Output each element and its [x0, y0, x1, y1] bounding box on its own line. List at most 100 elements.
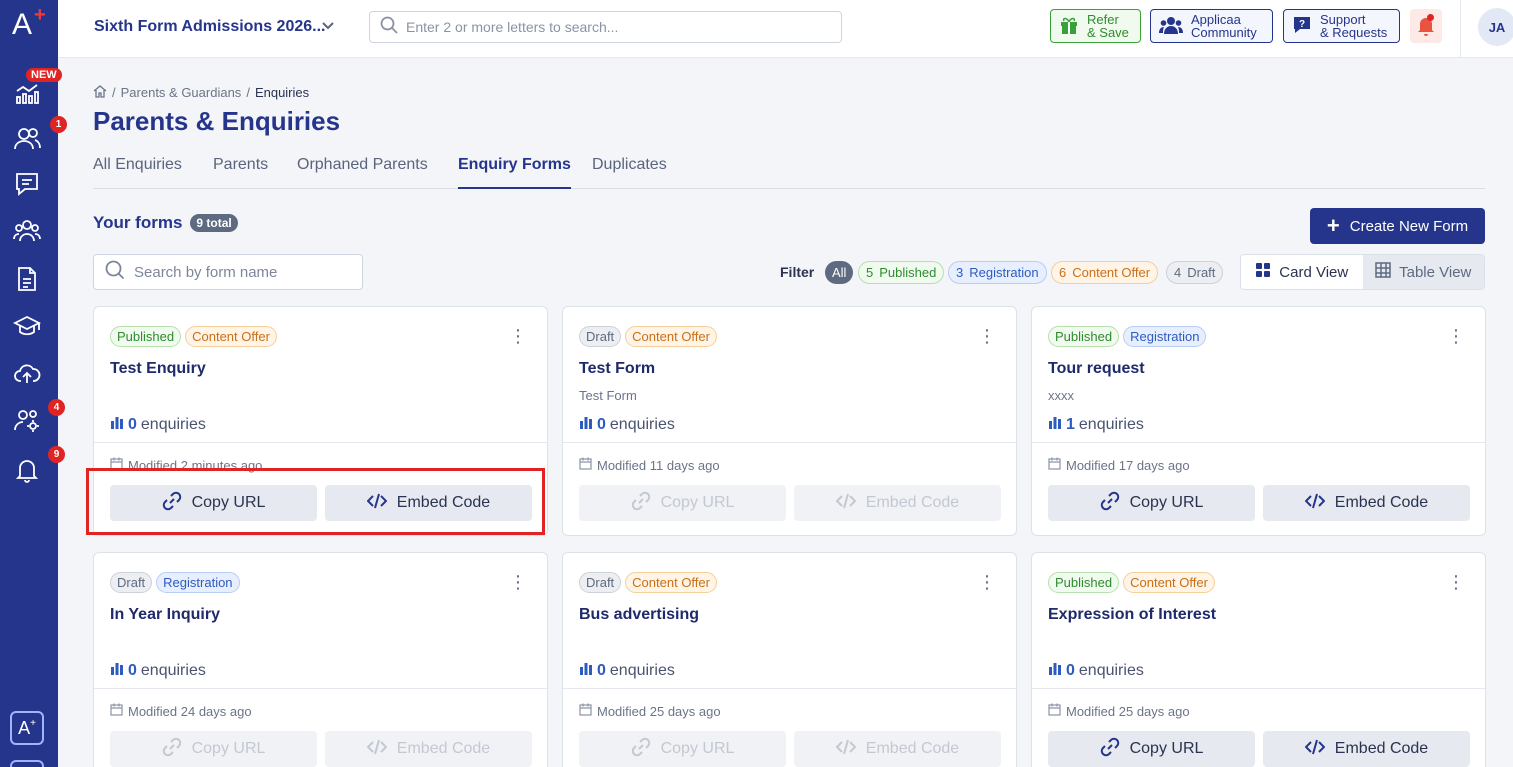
embed-code-button[interactable]: Embed Code — [1263, 485, 1470, 521]
card-tags: Published Content Offer — [110, 326, 277, 347]
settings-badge: 4 — [48, 399, 65, 416]
community-button[interactable]: Applicaa Community — [1150, 9, 1273, 43]
form-card[interactable]: Draft Content Offer ⋮ Test Form Test Form 0 en… — [562, 306, 1017, 536]
tab-all-enquiries[interactable]: All Enquiries — [93, 156, 182, 188]
messages-icon[interactable] — [10, 167, 44, 201]
card-tags: Draft Content Offer — [579, 572, 717, 593]
breadcrumb-parent[interactable]: Parents & Guardians — [121, 85, 242, 100]
embed-code-button[interactable]: Embed Code — [1263, 731, 1470, 767]
copy-url-button[interactable]: Copy URL — [110, 485, 317, 521]
breadcrumb: / Parents & Guardians / Enquiries — [93, 84, 309, 101]
embed-code-button[interactable]: Embed Code — [325, 485, 532, 521]
modified-date: Modified 11 days ago — [579, 457, 720, 473]
filter-draft[interactable]: 4 Draft — [1166, 261, 1224, 284]
modified-date: Modified 25 days ago — [1048, 703, 1190, 719]
gift-icon — [1059, 15, 1079, 37]
create-new-form-button[interactable]: + Create New Form — [1310, 208, 1485, 244]
forms-header: Your forms 9 total — [93, 213, 238, 233]
bar-chart-icon — [110, 415, 124, 434]
search-icon — [105, 260, 125, 285]
tab-enquiry-forms[interactable]: Enquiry Forms — [458, 156, 571, 189]
status-badge: Registration — [156, 572, 240, 593]
copy-url-button[interactable]: Copy URL — [579, 485, 786, 521]
filter-registration[interactable]: 3 Registration — [948, 261, 1047, 284]
copy-url-button[interactable]: Copy URL — [1048, 485, 1255, 521]
copy-url-button[interactable]: Copy URL — [579, 731, 786, 767]
people-icon[interactable] — [10, 121, 44, 155]
tab-parents[interactable]: Parents — [213, 156, 268, 188]
bar-chart-icon — [579, 661, 593, 680]
filter-content-offer[interactable]: 6 Content Offer — [1051, 261, 1159, 284]
card-divider — [94, 688, 547, 689]
form-name[interactable]: In Year Inquiry — [110, 606, 220, 624]
form-name[interactable]: Test Form — [579, 360, 655, 378]
avatar[interactable]: JA — [1478, 8, 1513, 46]
form-card[interactable]: Draft Content Offer ⋮ Bus advertising 0 enqui… — [562, 552, 1017, 767]
more-options-icon[interactable]: ⋮ — [978, 573, 996, 591]
modified-date: Modified 2 minutes ago — [110, 457, 262, 473]
global-search-input[interactable] — [406, 19, 826, 35]
groups-icon[interactable] — [10, 214, 44, 248]
copy-url-button[interactable]: Copy URL — [110, 731, 317, 767]
copy-url-button[interactable]: Copy URL — [1048, 731, 1255, 767]
community-icon — [1159, 15, 1183, 37]
filter-all[interactable]: All — [825, 261, 854, 284]
embed-code-button[interactable]: Embed Code — [794, 485, 1001, 521]
graduation-icon[interactable] — [10, 309, 44, 343]
filter-published[interactable]: 5 Published — [858, 261, 945, 284]
status-badge: Draft — [110, 572, 153, 593]
form-search[interactable] — [93, 254, 363, 290]
support-requests-button[interactable]: ? Support & Requests — [1283, 9, 1400, 43]
embed-code-button[interactable]: Embed Code — [325, 731, 532, 767]
tab-bar: All Enquiries Parents Orphaned Parents E… — [93, 156, 1485, 189]
home-icon[interactable] — [93, 84, 107, 101]
form-name[interactable]: Bus advertising — [579, 606, 699, 624]
bell-icon[interactable] — [10, 453, 44, 487]
applicaa-app-icon[interactable]: A + — [10, 711, 44, 745]
link-icon — [1100, 737, 1120, 762]
more-options-icon[interactable]: ⋮ — [1447, 573, 1465, 591]
document-icon[interactable] — [10, 262, 44, 296]
enquiry-count: 1 enquiries — [1048, 415, 1144, 434]
form-name[interactable]: Expression of Interest — [1048, 606, 1216, 624]
settings-users-icon[interactable] — [10, 403, 44, 437]
bar-chart-icon — [1048, 415, 1062, 434]
more-options-icon[interactable]: ⋮ — [509, 327, 527, 345]
form-search-input[interactable] — [134, 263, 354, 281]
upload-icon[interactable] — [10, 356, 44, 390]
embed-code-button[interactable]: Embed Code — [794, 731, 1001, 767]
app-logo[interactable]: A + — [12, 4, 46, 44]
card-divider — [563, 442, 1016, 443]
form-name[interactable]: Tour request — [1048, 360, 1145, 378]
form-description: xxxx — [1048, 388, 1074, 403]
notification-bell-icon[interactable] — [1410, 9, 1442, 43]
secondary-app-icon[interactable] — [10, 760, 44, 767]
card-divider — [563, 688, 1016, 689]
link-icon — [631, 491, 651, 516]
tab-orphaned-parents[interactable]: Orphaned Parents — [297, 156, 428, 188]
calendar-icon — [1048, 457, 1061, 473]
global-search[interactable] — [369, 11, 842, 43]
form-card[interactable]: Published Content Offer ⋮ Expression of Int… — [1031, 552, 1486, 767]
bar-chart-icon — [1048, 661, 1062, 680]
topbar-divider — [1460, 0, 1461, 58]
top-bar: Sixth Form Admissions 2026... Refer& Sav… — [58, 0, 1513, 58]
more-options-icon[interactable]: ⋮ — [978, 327, 996, 345]
status-badge: Registration — [1123, 326, 1207, 347]
search-icon — [380, 16, 398, 39]
form-card[interactable]: Draft Registration ⋮ In Year Inquiry 0 enquir… — [93, 552, 548, 767]
table-view-button[interactable]: Table View — [1362, 255, 1484, 289]
modified-date: Modified 17 days ago — [1048, 457, 1190, 473]
more-options-icon[interactable]: ⋮ — [509, 573, 527, 591]
card-view-button[interactable]: Card View — [1241, 255, 1363, 289]
card-divider — [1032, 688, 1485, 689]
form-card[interactable]: Published Registration ⋮ Tour request xxxx 1 e… — [1031, 306, 1486, 536]
refer-save-button[interactable]: Refer & Save — [1050, 9, 1141, 43]
help-chat-icon: ? — [1292, 15, 1312, 37]
school-selector-label[interactable]: Sixth Form Admissions 2026... — [94, 18, 325, 36]
form-card[interactable]: Published Content Offer ⋮ Test Enquiry 0 enqu… — [93, 306, 548, 536]
tab-duplicates[interactable]: Duplicates — [592, 156, 667, 188]
form-name[interactable]: Test Enquiry — [110, 360, 206, 378]
chevron-down-icon[interactable] — [320, 17, 336, 38]
more-options-icon[interactable]: ⋮ — [1447, 327, 1465, 345]
